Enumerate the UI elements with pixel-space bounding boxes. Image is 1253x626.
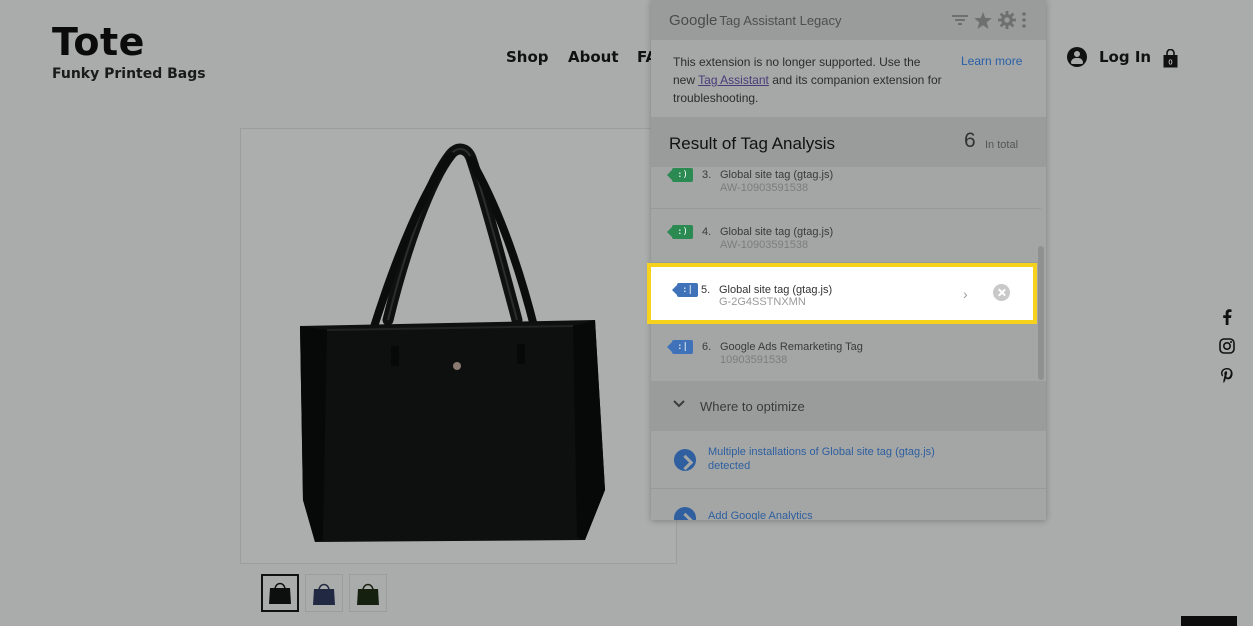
tag-number: 3. — [702, 169, 712, 181]
deprecation-notice: This extension is no longer supported. U… — [651, 40, 1046, 117]
nav-shop[interactable]: Shop — [506, 48, 549, 66]
brand-title[interactable]: Tote — [52, 20, 145, 64]
results-header: Result of Tag Analysis 6 In total — [651, 117, 1046, 167]
results-count-unit: In total — [985, 139, 1019, 151]
tote-thumbnail-icon — [313, 583, 335, 605]
instagram-icon[interactable] — [1218, 337, 1236, 355]
learn-more-link[interactable]: Learn more — [961, 54, 1022, 68]
suggestion-arrow-icon — [674, 449, 696, 471]
suggestion-arrow-icon — [674, 507, 696, 520]
tag-number: 4. — [702, 226, 712, 238]
thumbnail-navy[interactable] — [305, 574, 343, 612]
tag-number: 5. — [701, 284, 711, 296]
tote-thumbnail-icon — [269, 582, 291, 604]
user-avatar-icon — [1067, 47, 1087, 67]
where-to-optimize-header[interactable]: Where to optimize — [651, 381, 1046, 431]
highlighted-tag-row[interactable]: :| 5. Global site tag (gtag.js) G-2G4SST… — [647, 263, 1037, 324]
tag-status-icon: :| — [672, 283, 698, 297]
product-name: Tag Assistant Legacy — [719, 12, 842, 28]
chevron-right-icon[interactable]: › — [963, 286, 968, 302]
suggestion-item[interactable]: Add Google Analytics — [651, 489, 1046, 520]
tag-id: 10903591538 — [720, 354, 788, 366]
results-scrollbar[interactable] — [1038, 246, 1044, 380]
tag-id: AW-10903591538 — [720, 239, 809, 251]
tag-id: G-2G4SSTNXMN — [719, 296, 806, 308]
tag-name: Google Ads Remarketing Tag — [720, 341, 863, 353]
results-count: 6 — [964, 129, 976, 152]
cart-count: 0 — [1168, 59, 1172, 67]
filter-icon[interactable] — [952, 13, 968, 27]
star-icon[interactable] — [974, 11, 992, 29]
results-title: Result of Tag Analysis — [669, 134, 835, 153]
chat-widget-corner[interactable] — [1181, 616, 1237, 626]
shopping-bag-icon[interactable]: 0 — [1163, 49, 1178, 68]
tote-bag-image[interactable] — [255, 140, 655, 555]
tag-row[interactable]: :) 4. Global site tag (gtag.js) AW-10903… — [651, 209, 1041, 263]
tag-assistant-header: Google Tag Assistant Legacy — [651, 0, 1046, 40]
login-button[interactable]: Log In — [1067, 47, 1151, 67]
where-to-optimize-label: Where to optimize — [700, 399, 805, 414]
login-label: Log In — [1099, 48, 1152, 66]
pinterest-icon[interactable] — [1218, 366, 1236, 384]
more-vert-icon[interactable] — [1022, 12, 1026, 28]
thumbnail-green[interactable] — [349, 574, 387, 612]
close-icon[interactable] — [993, 284, 1010, 301]
tag-status-icon: :| — [667, 340, 693, 354]
gear-icon[interactable] — [998, 11, 1016, 29]
tote-thumbnail-icon — [357, 583, 379, 605]
product-thumbnails — [261, 574, 387, 612]
tag-name: Global site tag (gtag.js) — [720, 226, 834, 238]
thumbnail-black[interactable] — [261, 574, 299, 612]
tag-name: Global site tag (gtag.js) — [720, 169, 834, 181]
tag-id: AW-10903591538 — [720, 182, 809, 194]
tag-name: Global site tag (gtag.js) — [719, 284, 833, 296]
tag-assistant-link[interactable]: Tag Assistant — [698, 73, 769, 87]
tag-row[interactable]: :) 3. Global site tag (gtag.js) AW-10903… — [651, 167, 1041, 209]
website-background: Tote Funky Printed Bags Shop About FA Lo… — [0, 0, 1253, 626]
chevron-down-icon — [673, 400, 685, 408]
suggestion-text[interactable]: Add Google Analytics — [708, 509, 958, 520]
facebook-icon[interactable] — [1218, 308, 1236, 326]
notice-text: This extension is no longer supported. U… — [673, 55, 942, 105]
nav-about[interactable]: About — [568, 48, 619, 66]
suggestion-text[interactable]: Multiple installations of Global site ta… — [708, 445, 958, 473]
tag-status-icon: :) — [667, 225, 693, 239]
tag-row[interactable]: :| 6. Google Ads Remarketing Tag 1090359… — [651, 324, 1041, 381]
tag-number: 6. — [702, 341, 712, 353]
suggestion-item[interactable]: Multiple installations of Global site ta… — [651, 431, 1046, 489]
brand-subtitle: Funky Printed Bags — [52, 66, 206, 82]
tag-assistant-panel: Google Tag Assistant Legacy This extensi… — [651, 0, 1046, 520]
tag-status-icon: :) — [667, 168, 693, 182]
google-wordmark: Google — [669, 11, 718, 29]
